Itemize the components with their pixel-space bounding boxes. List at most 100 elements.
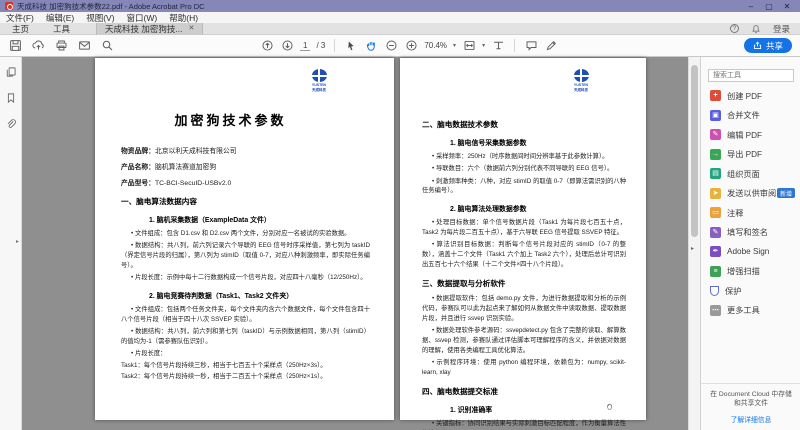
tab-home[interactable]: 主页 <box>0 23 41 35</box>
email-icon[interactable] <box>77 39 91 53</box>
bell-icon[interactable] <box>749 22 763 36</box>
tab-tools[interactable]: 工具 <box>41 23 82 35</box>
meta-model-label: 产品型号： <box>121 180 155 187</box>
comment-tool-icon: ▭ <box>710 207 721 219</box>
attachments-icon[interactable] <box>4 117 18 131</box>
doc-subheading: 1. 脑电信号采集数据参数 <box>450 140 527 147</box>
cloud-upload-icon[interactable] <box>31 39 45 53</box>
tool-send-for-review[interactable]: ➤ 发送以供审阅 新增 <box>701 184 800 204</box>
cloud-footer-text: 在 Document Cloud 中存储和共享文件 <box>710 390 792 408</box>
tool-list: + 创建 PDF ▣ 合并文件 ✎ 编辑 PDF → 导出 PDF ▤ 组织页面… <box>701 86 800 320</box>
zoom-in-icon[interactable] <box>404 39 418 53</box>
left-rail-expand-icon[interactable]: ▸ <box>16 238 19 245</box>
zoom-caret-icon[interactable]: ▾ <box>453 42 456 49</box>
search-icon[interactable] <box>100 39 114 53</box>
share-button[interactable]: 共享 <box>743 38 792 53</box>
meta-brand-value: 北京以利天成科技有限公司 <box>154 148 237 155</box>
hand-tool-icon[interactable] <box>364 39 378 53</box>
doc-paragraph: Task1：每个信号片段持续三秒，相当于七百五十个采样点（250Hz×3s）。 <box>121 362 327 369</box>
doc-heading: 四、脑电数据提交标准 <box>422 387 498 397</box>
save-icon[interactable] <box>8 39 22 53</box>
tool-label: 组织页面 <box>727 169 760 179</box>
tool-label: 保护 <box>725 286 742 296</box>
doc-paragraph: • 片段长度： <box>131 349 167 357</box>
close-button[interactable]: ✕ <box>779 1 795 12</box>
tool-protect[interactable]: 保护 <box>701 281 800 301</box>
tool-search-input[interactable] <box>708 69 794 82</box>
tool-adobe-sign[interactable]: ✒ Adobe Sign <box>701 242 800 262</box>
doc-subheading: 1. 脑机采集数据（ExampleData 文件） <box>149 217 271 224</box>
pdf-page-1[interactable]: YUSTEN 天成科技 加密狗技术参数 物资品牌：北京以利天成科技有限公司 产品… <box>95 58 394 420</box>
select-tool-icon[interactable] <box>344 39 358 53</box>
tool-more-tools[interactable]: ⋯ 更多工具 <box>701 301 800 321</box>
page-number-input[interactable]: 1 <box>300 41 311 51</box>
toolbar-divider <box>334 39 336 52</box>
tool-label: 增强扫描 <box>727 267 760 277</box>
tool-enhance-scans[interactable]: ≡ 增强扫描 <box>701 262 800 282</box>
minimize-button[interactable]: – <box>743 1 759 12</box>
page-display-icon[interactable] <box>491 39 505 53</box>
previous-page-icon[interactable] <box>260 39 274 53</box>
toolbar-divider <box>514 39 516 52</box>
print-icon[interactable] <box>54 39 68 53</box>
tool-combine-files[interactable]: ▣ 合并文件 <box>701 106 800 126</box>
pdf-page-2[interactable]: YUSTEN 天成科技 二、脑电数据技术参数 1. 脑电信号采集数据参数 • 采… <box>400 58 646 427</box>
next-page-icon[interactable] <box>280 39 294 53</box>
logo-text-cn: 天成科技 <box>574 87 588 92</box>
tab-document[interactable]: 天成科技 加密狗技... ✕ <box>96 22 204 35</box>
menubar: 文件(F) 编辑(E) 视图(V) 窗口(W) 帮助(H) <box>0 12 800 23</box>
tool-edit-pdf[interactable]: ✎ 编辑 PDF <box>701 125 800 145</box>
tool-label: 创建 PDF <box>727 91 763 101</box>
meta-model-value: TC-BCI-SecuID-USBv2.0 <box>154 180 232 187</box>
meta-model: 产品型号：TC-BCI-SecuID-USBv2.0 <box>121 177 370 187</box>
tools-panel: + 创建 PDF ▣ 合并文件 ✎ 编辑 PDF → 导出 PDF ▤ 组织页面… <box>700 57 800 430</box>
bookmarks-icon[interactable] <box>4 91 18 105</box>
export-pdf-icon: → <box>710 148 721 160</box>
meta-brand: 物资品牌：北京以利天成科技有限公司 <box>121 145 370 155</box>
combine-files-icon: ▣ <box>710 109 721 121</box>
tab-document-label: 天成科技 加密狗技... <box>105 23 183 34</box>
doc-subheading: 2. 脑电竞赛待判数据（Task1、Task2 文件夹） <box>149 292 294 300</box>
tab-close-icon[interactable]: ✕ <box>188 23 194 35</box>
organize-pages-icon: ▤ <box>710 168 721 180</box>
tool-comment[interactable]: ▭ 注释 <box>701 203 800 223</box>
login-button[interactable]: 登录 <box>773 23 790 35</box>
sign-pen-icon[interactable] <box>544 39 558 53</box>
page-thumbnails-icon[interactable] <box>4 65 18 79</box>
tool-label: 编辑 PDF <box>727 130 763 140</box>
share-icon <box>753 41 762 50</box>
document-canvas[interactable]: YUSTEN 天成科技 加密狗技术参数 物资品牌：北京以利天成科技有限公司 产品… <box>23 57 688 430</box>
right-panel-collapse-icon[interactable]: ▸ <box>691 245 694 252</box>
document-title: 加密狗技术参数 <box>174 113 287 128</box>
fit-page-icon[interactable] <box>462 39 476 53</box>
doc-heading: 三、数据提取与分析软件 <box>422 279 506 289</box>
fit-page-caret-icon[interactable]: ▾ <box>482 42 485 49</box>
learn-more-link[interactable]: 了解详细信息 <box>709 414 793 424</box>
document-cloud-footer: 在 Document Cloud 中存储和共享文件 了解详细信息 <box>701 382 800 424</box>
window-titlebar: 天成科技 加密狗技术参数22.pdf - Adobe Acrobat Pro D… <box>0 0 800 12</box>
help-icon[interactable]: ? <box>729 24 739 33</box>
maximize-button[interactable]: ▢ <box>761 1 777 12</box>
meta-brand-label: 物资品牌： <box>121 148 155 155</box>
page-total-label: / 3 <box>316 41 326 50</box>
zoom-level-select[interactable]: 70.4% <box>424 41 447 50</box>
company-logo-icon <box>573 69 589 82</box>
doc-subheading: 1. 识别准确率 <box>450 407 493 415</box>
meta-product-name: 产品名称：脑机算法赛道加密狗 <box>121 161 370 171</box>
tool-label: 填写和签名 <box>727 228 768 238</box>
adobe-sign-icon: ✒ <box>710 246 721 258</box>
tool-fill-sign[interactable]: ✎ 填写和签名 <box>701 223 800 243</box>
tool-export-pdf[interactable]: → 导出 PDF <box>701 145 800 165</box>
doc-paragraph: • 片段长度：示例中每十二行数据构成一个信号片段，对应四十八毫秒（12/250H… <box>131 274 367 281</box>
create-pdf-icon: + <box>710 90 721 102</box>
tool-create-pdf[interactable]: + 创建 PDF <box>701 86 800 106</box>
scrollbar-thumb[interactable] <box>691 65 698 237</box>
doc-paragraph: • 数据结构：共八列，前六列记录六个导联的 EEG 信号时序采样值，第七列为 t… <box>121 242 370 269</box>
meta-name-value: 脑机算法赛道加密狗 <box>154 164 217 171</box>
comment-icon[interactable] <box>524 39 538 53</box>
tool-label: 合并文件 <box>727 111 760 121</box>
vertical-scrollbar[interactable] <box>688 57 700 430</box>
tool-organize-pages[interactable]: ▤ 组织页面 <box>701 164 800 184</box>
tool-label: 发送以供审阅 <box>727 189 777 199</box>
zoom-out-icon[interactable] <box>384 39 398 53</box>
